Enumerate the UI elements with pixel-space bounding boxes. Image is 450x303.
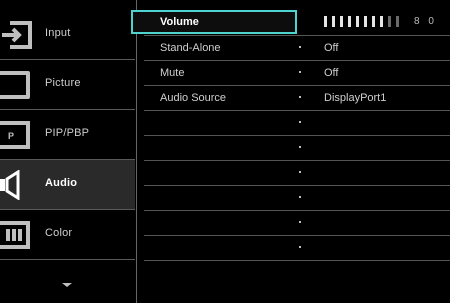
category-audio[interactable]: Audio (0, 160, 135, 209)
category-sidebar: Input Picture P PIP/PBP Audio Color (0, 0, 135, 303)
setting-name: Mute (160, 67, 185, 79)
monitor-osd-menu: Input Picture P PIP/PBP Audio Color 8 0 … (0, 0, 450, 303)
setting-empty (141, 136, 450, 160)
setting-empty (141, 161, 450, 185)
setting-empty (141, 236, 450, 260)
setting-value: DisplayPort1 (324, 92, 387, 104)
category-audio-label: Audio (45, 177, 78, 189)
setting-mute[interactable]: Mute Off (141, 61, 450, 85)
setting-empty (141, 186, 450, 210)
bullet-icon (299, 221, 301, 223)
setting-value: Off (324, 67, 339, 79)
setting-volume[interactable]: Volume (141, 10, 450, 34)
picture-icon (0, 70, 34, 100)
setting-name: Volume (160, 16, 199, 28)
setting-empty (141, 111, 450, 135)
setting-name: Audio Source (160, 92, 227, 104)
bullet-icon (299, 146, 301, 148)
category-pip-label: PIP/PBP (45, 127, 90, 139)
speaker-icon (0, 170, 34, 200)
settings-list: Volume Stand-Alone Off Mute Off Audio So… (141, 0, 450, 303)
bullet-icon (299, 71, 301, 73)
bullet-icon (299, 196, 301, 198)
setting-name: Stand-Alone (160, 42, 221, 54)
category-picture[interactable]: Picture (0, 60, 135, 109)
color-icon (0, 220, 34, 250)
divider (144, 260, 450, 261)
setting-audio-source[interactable]: Audio Source DisplayPort1 (141, 86, 450, 110)
svg-text:P: P (8, 131, 14, 141)
column-divider (136, 0, 137, 303)
category-input-label: Input (45, 27, 71, 39)
pip-icon: P (0, 120, 34, 150)
bullet-icon (299, 171, 301, 173)
category-color-label: Color (45, 227, 73, 239)
category-input[interactable]: Input (0, 10, 135, 59)
divider (0, 259, 135, 260)
category-pip-pbp[interactable]: P PIP/PBP (0, 110, 135, 159)
category-color[interactable]: Color (0, 210, 135, 259)
setting-stand-alone[interactable]: Stand-Alone Off (141, 36, 450, 60)
scroll-down-arrow-icon[interactable] (62, 283, 72, 287)
input-icon (0, 20, 34, 50)
category-picture-label: Picture (45, 77, 81, 89)
setting-empty (141, 211, 450, 235)
setting-value: Off (324, 42, 339, 54)
bullet-icon (299, 46, 301, 48)
bullet-icon (299, 246, 301, 248)
bullet-icon (299, 121, 301, 123)
bullet-icon (299, 96, 301, 98)
